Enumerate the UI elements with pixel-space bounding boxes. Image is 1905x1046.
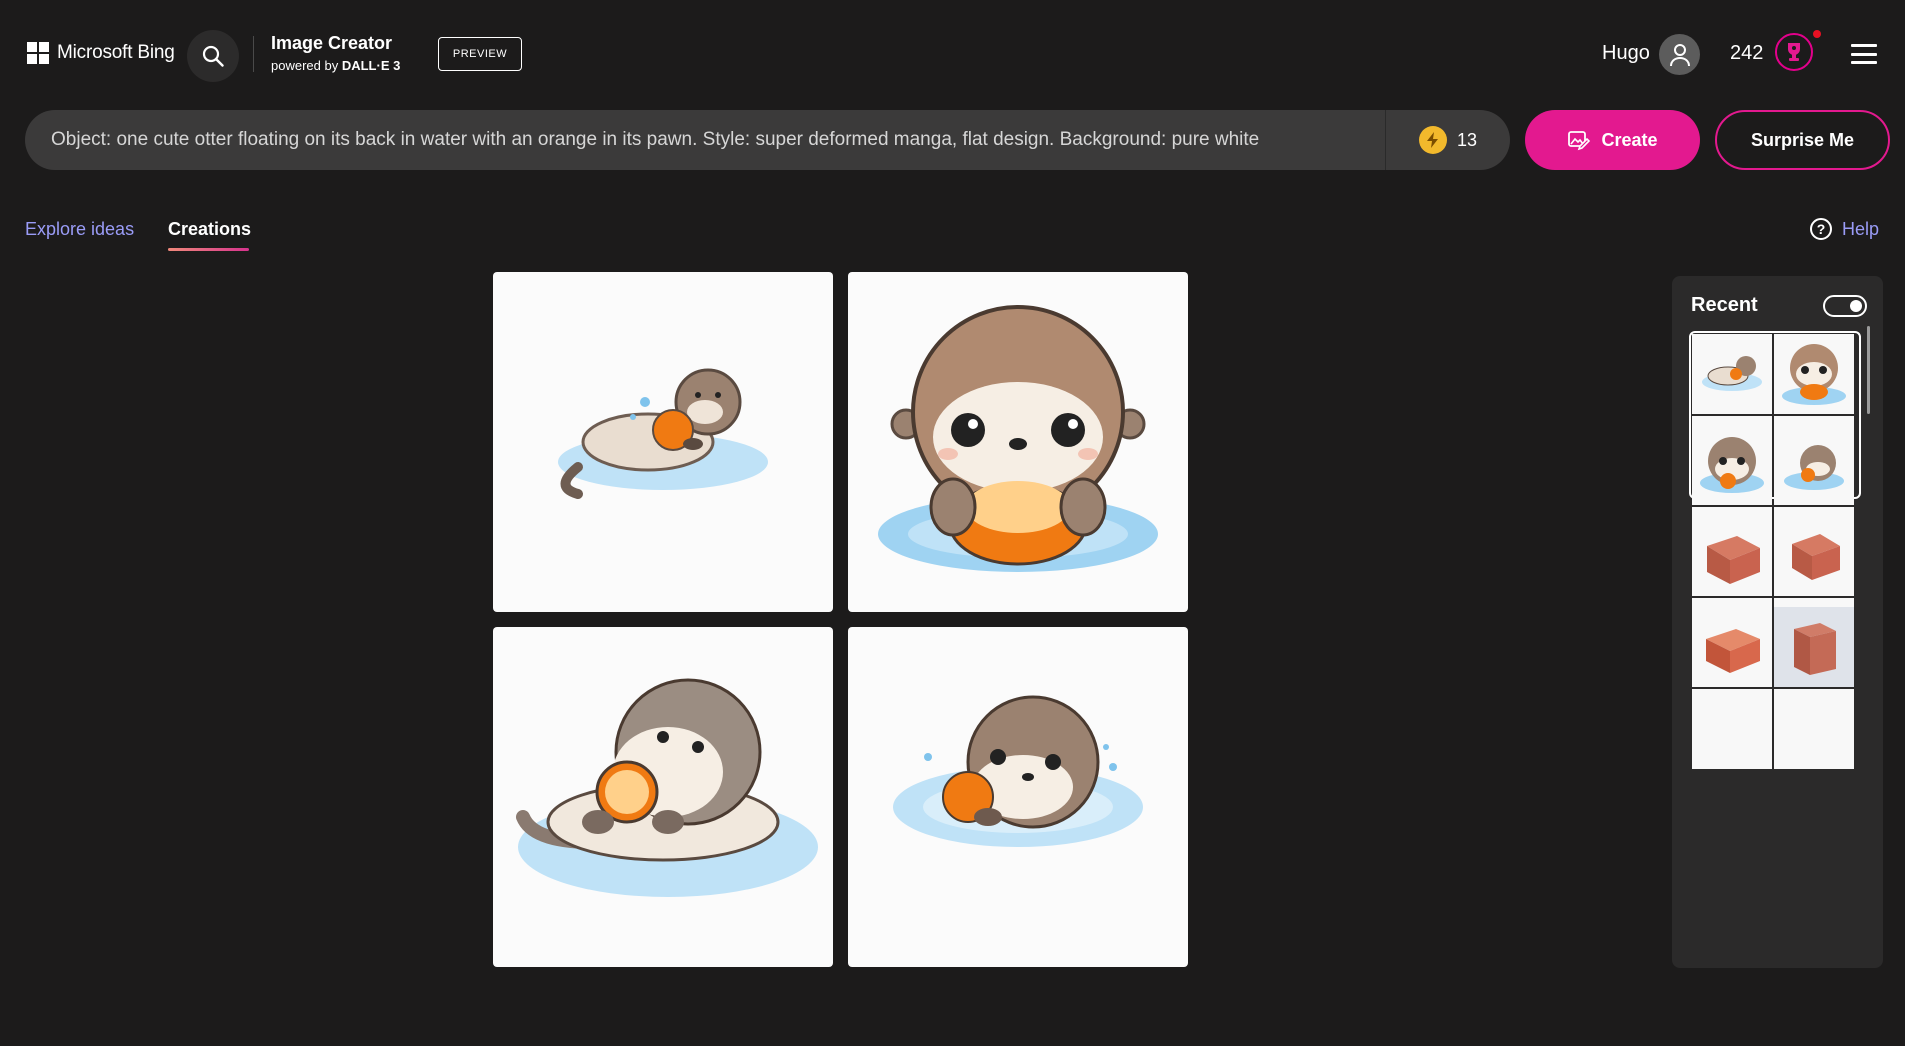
recent-thumb[interactable] bbox=[1692, 516, 1772, 596]
rewards-button[interactable] bbox=[1775, 33, 1813, 71]
recent-thumb[interactable] bbox=[1774, 425, 1854, 505]
recent-scrollbar[interactable] bbox=[1867, 326, 1870, 414]
powered-by: powered by DALL·E 3 bbox=[271, 58, 401, 73]
menu-icon[interactable] bbox=[1851, 44, 1877, 64]
notification-dot bbox=[1813, 30, 1821, 38]
model-name: DALL·E 3 bbox=[341, 58, 401, 73]
recent-thumb[interactable] bbox=[1692, 607, 1772, 687]
help-icon: ? bbox=[1810, 218, 1832, 240]
user-icon bbox=[1669, 43, 1690, 66]
generated-image-3[interactable] bbox=[493, 627, 833, 967]
recent-thumb[interactable] bbox=[1774, 689, 1854, 769]
generated-image-4[interactable] bbox=[848, 627, 1188, 967]
trophy-icon bbox=[1788, 43, 1800, 61]
prompt-input[interactable]: Object: one cute otter floating on its b… bbox=[25, 129, 1385, 151]
preview-badge: PREVIEW bbox=[438, 37, 522, 71]
boost-count: 13 bbox=[1456, 129, 1478, 150]
app-title: Image Creator bbox=[271, 33, 393, 53]
recent-thumb[interactable] bbox=[1774, 607, 1854, 687]
help-label: Help bbox=[1842, 218, 1880, 239]
help-link[interactable]: ? Help bbox=[1810, 218, 1879, 240]
header-divider bbox=[253, 36, 254, 72]
recent-title: Recent bbox=[1691, 294, 1758, 316]
recent-panel: Recent bbox=[1672, 276, 1883, 968]
boost-counter[interactable]: 13 bbox=[1386, 126, 1510, 154]
bing-logo[interactable]: Microsoft Bing bbox=[27, 42, 175, 64]
generated-image-2[interactable] bbox=[848, 272, 1188, 612]
toggle-knob bbox=[1850, 300, 1862, 312]
recent-thumb[interactable] bbox=[1692, 689, 1772, 769]
surprise-me-button[interactable]: Surprise Me bbox=[1715, 110, 1890, 170]
create-image-icon bbox=[1568, 131, 1591, 151]
active-tab-indicator bbox=[168, 248, 249, 251]
recent-toggle[interactable] bbox=[1823, 295, 1867, 317]
recent-thumb[interactable] bbox=[1692, 425, 1772, 505]
generated-image-1[interactable] bbox=[493, 272, 833, 612]
rewards-points[interactable]: 242 bbox=[1730, 42, 1763, 65]
recent-group-4[interactable] bbox=[1692, 607, 1858, 769]
tab-creations[interactable]: Creations bbox=[168, 219, 251, 240]
search-button[interactable] bbox=[187, 30, 239, 82]
create-label: Create bbox=[1601, 129, 1658, 150]
create-button[interactable]: Create bbox=[1525, 110, 1700, 170]
bolt-icon bbox=[1418, 126, 1447, 154]
windows-logo-icon bbox=[27, 42, 49, 64]
recent-thumb[interactable] bbox=[1774, 516, 1854, 596]
recent-thumb[interactable] bbox=[1692, 334, 1772, 414]
prompt-bar: Object: one cute otter floating on its b… bbox=[25, 110, 1510, 170]
tab-explore-ideas[interactable]: Explore ideas bbox=[25, 219, 134, 240]
user-name[interactable]: Hugo bbox=[1602, 42, 1650, 65]
app-title-block[interactable]: Image Creator powered by DALL·E 3 bbox=[271, 33, 400, 73]
avatar[interactable] bbox=[1659, 34, 1700, 75]
search-icon bbox=[202, 45, 224, 67]
recent-thumb[interactable] bbox=[1774, 334, 1854, 414]
brand-name: Microsoft Bing bbox=[57, 42, 175, 63]
